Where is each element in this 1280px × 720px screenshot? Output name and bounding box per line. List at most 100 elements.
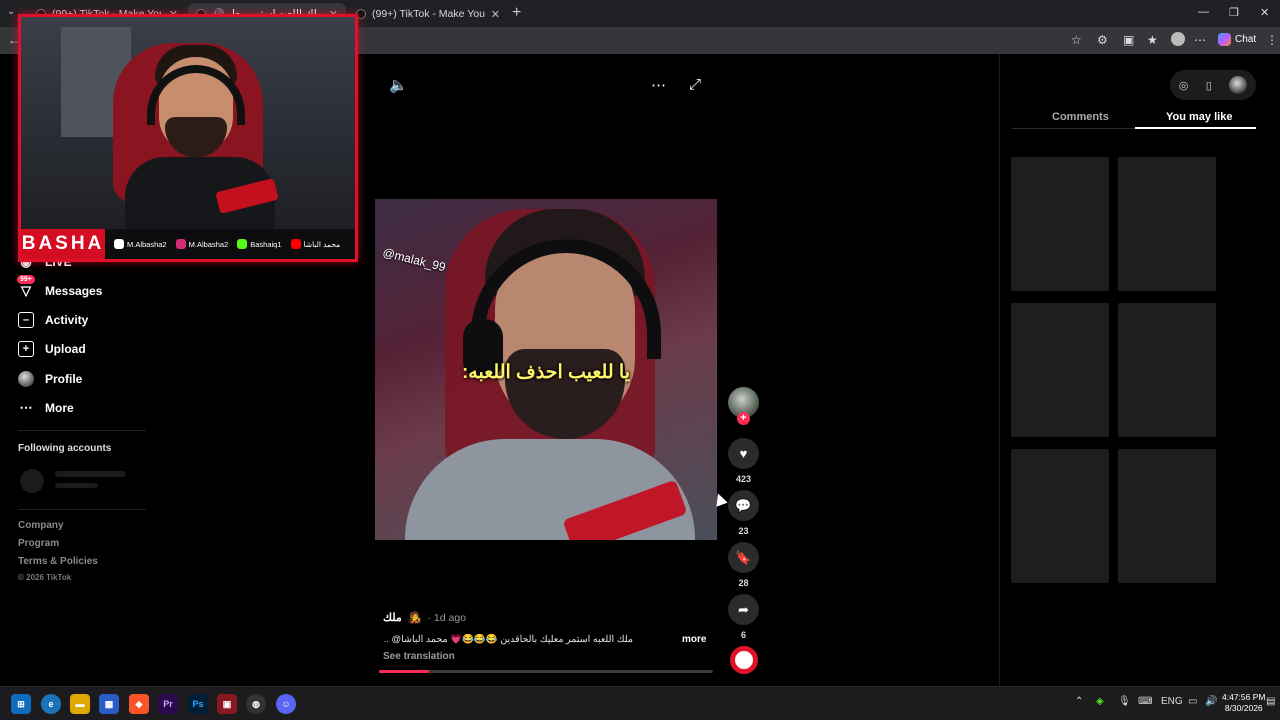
tray-overflow-icon[interactable]: ⌃ [1075,696,1083,707]
sidebar-item-label: Upload [45,342,86,356]
volume-icon[interactable]: 🔈 [389,76,408,94]
edge-icon[interactable]: e [41,694,61,714]
browser-profile-avatar[interactable] [1171,32,1185,46]
phone-icon[interactable]: ▯ [1206,79,1212,92]
notifications-icon[interactable]: ▤ [1266,696,1275,707]
loading-text-placeholder [55,483,98,488]
sidebar-item-profile[interactable]: Profile [18,371,82,387]
copilot-chat-button[interactable]: Chat [1218,33,1256,46]
microphone-icon[interactable]: 🎙 [1118,696,1131,707]
description-more-link[interactable]: more [682,634,706,645]
video-watermark: @malak_99 [381,245,448,275]
tab-list-chevron-icon[interactable]: ⌄ [7,6,15,17]
music-disc-icon[interactable] [730,646,758,674]
profile-avatar [18,371,34,387]
more-options-icon[interactable]: ⋯ [651,76,666,94]
footer-link-program[interactable]: Program [18,538,59,549]
active-tab-indicator [1135,127,1256,129]
comment-button[interactable]: 💬 [728,490,759,521]
social-handle-tiktok: M.Albasha2 [114,239,167,249]
tiktok-icon [114,239,124,249]
tiktok-circle-icon[interactable]: ◎ [1179,79,1189,92]
chat-label: Chat [1235,34,1257,45]
suggested-video-thumbnail[interactable] [1011,157,1109,291]
browser-tab-3[interactable]: (99+) TikTok - Make Your Day ✕ [348,3,508,25]
sidebar-item-upload[interactable]: + Upload [18,341,86,357]
discord-icon[interactable]: ☺ [276,694,296,714]
sidebar-item-activity[interactable]: – Activity [18,312,88,328]
premiere-icon[interactable]: Pr [158,694,178,714]
author-name[interactable]: ملك [383,611,402,624]
photoshop-icon[interactable]: Ps [188,694,208,714]
windows-start-icon[interactable]: ⊞ [11,694,31,714]
brave-icon[interactable]: ◆ [129,694,149,714]
file-explorer-icon[interactable]: ▬ [70,694,90,714]
share-count: 6 [740,630,746,640]
favorite-star-icon[interactable]: ☆ [1071,33,1082,47]
streamer-webcam-overlay: BASHA M.Albasha2 M.Albasha2 Bashaiq1 محم… [18,14,358,262]
tab-you-may-like[interactable]: You may like [1166,111,1232,123]
close-tab-icon[interactable]: ✕ [491,8,500,21]
suggested-video-thumbnail[interactable] [1011,449,1109,583]
minimize-icon[interactable]: — [1198,6,1209,18]
video-frame[interactable]: @malak_99 يا للعيب احذف اللعبه: [375,199,717,540]
mouse-cursor [712,491,728,507]
suggested-video-thumbnail[interactable] [1011,303,1109,437]
social-handle-youtube: محمد الباشا [290,239,340,249]
author-emoji: 🧑‍🎤 [407,612,422,624]
social-handle-text: M.Albasha2 [188,239,229,249]
extensions-icon[interactable]: ⚙ [1097,33,1108,47]
panel-top-controls: ◎ ▯ [1170,70,1256,100]
social-handle-kick: Bashaiq1 [237,239,282,249]
language-indicator[interactable]: ENG [1161,696,1183,707]
overlay-social-bar: BASHA M.Albasha2 M.Albasha2 Bashaiq1 محم… [21,229,355,259]
video-progress-bar[interactable] [379,670,713,673]
keyboard-icon[interactable]: ⌨ [1138,696,1152,707]
footer-link-company[interactable]: Company [18,520,64,531]
app-icon[interactable]: ▣ [217,694,237,714]
sidebar-divider [18,430,146,431]
sidebar-item-more[interactable]: ⋯ More [18,400,74,416]
social-handle-text: Bashaiq1 [250,239,282,249]
steam-icon[interactable]: ◍ [246,694,266,714]
save-count: 28 [738,578,749,588]
save-button[interactable]: 🔖 [728,542,759,573]
network-icon[interactable]: ▭ [1188,696,1197,707]
volume-tray-icon[interactable]: 🔊 [1205,696,1217,707]
copyright: © 2026 TikTok [18,573,72,582]
close-window-icon[interactable]: ✕ [1260,6,1269,19]
upload-icon: + [18,341,34,357]
comment-count: 23 [738,526,749,536]
video-author-line: ملك 🧑‍🎤 · 1d ago [383,611,466,625]
like-count: 423 [735,474,752,484]
share-button[interactable]: ➦ [728,594,759,625]
restore-icon[interactable]: ❐ [1229,6,1239,19]
new-tab-icon[interactable]: + [512,4,521,22]
clock-time: 4:47:56 PM [1222,692,1266,702]
follow-plus-icon[interactable]: + [737,412,750,425]
taskbar-clock[interactable]: 4:47:56 PM 8/30/2026 [1222,692,1265,714]
activity-icon: – [18,312,34,328]
clock-date: 8/30/2026 [1224,703,1263,713]
tray-app-icon[interactable]: ◈ [1096,696,1104,707]
store-icon[interactable]: ▦ [99,694,119,714]
footer-link-terms[interactable]: Terms & Policies [18,556,98,567]
split-screen-icon[interactable]: ▣ [1123,33,1134,47]
see-translation-link[interactable]: See translation [383,651,455,662]
sidebar-toggle-icon[interactable]: ⋮ [1266,33,1278,47]
favorites-icon[interactable]: ★ [1147,33,1158,47]
comment-icon: 💬 [735,497,752,513]
suggested-video-thumbnail[interactable] [1118,449,1216,583]
suggested-video-thumbnail[interactable] [1118,157,1216,291]
settings-more-icon[interactable]: ⋯ [1194,33,1206,47]
user-avatar[interactable] [1229,76,1248,94]
video-caption: يا للعيب احذف اللعبه: [461,362,630,383]
tab-comments[interactable]: Comments [1052,111,1109,123]
suggested-video-thumbnail[interactable] [1118,303,1216,437]
fullscreen-icon[interactable]: ⤢ [689,76,701,93]
kick-icon [237,239,248,249]
like-button[interactable]: ♥ [728,438,759,469]
tab-title: (99+) TikTok - Make Your Day [372,8,485,20]
sidebar-item-messages[interactable]: ▽ 99+ Messages [17,275,102,299]
social-handle-instagram: M.Albasha2 [175,239,229,249]
